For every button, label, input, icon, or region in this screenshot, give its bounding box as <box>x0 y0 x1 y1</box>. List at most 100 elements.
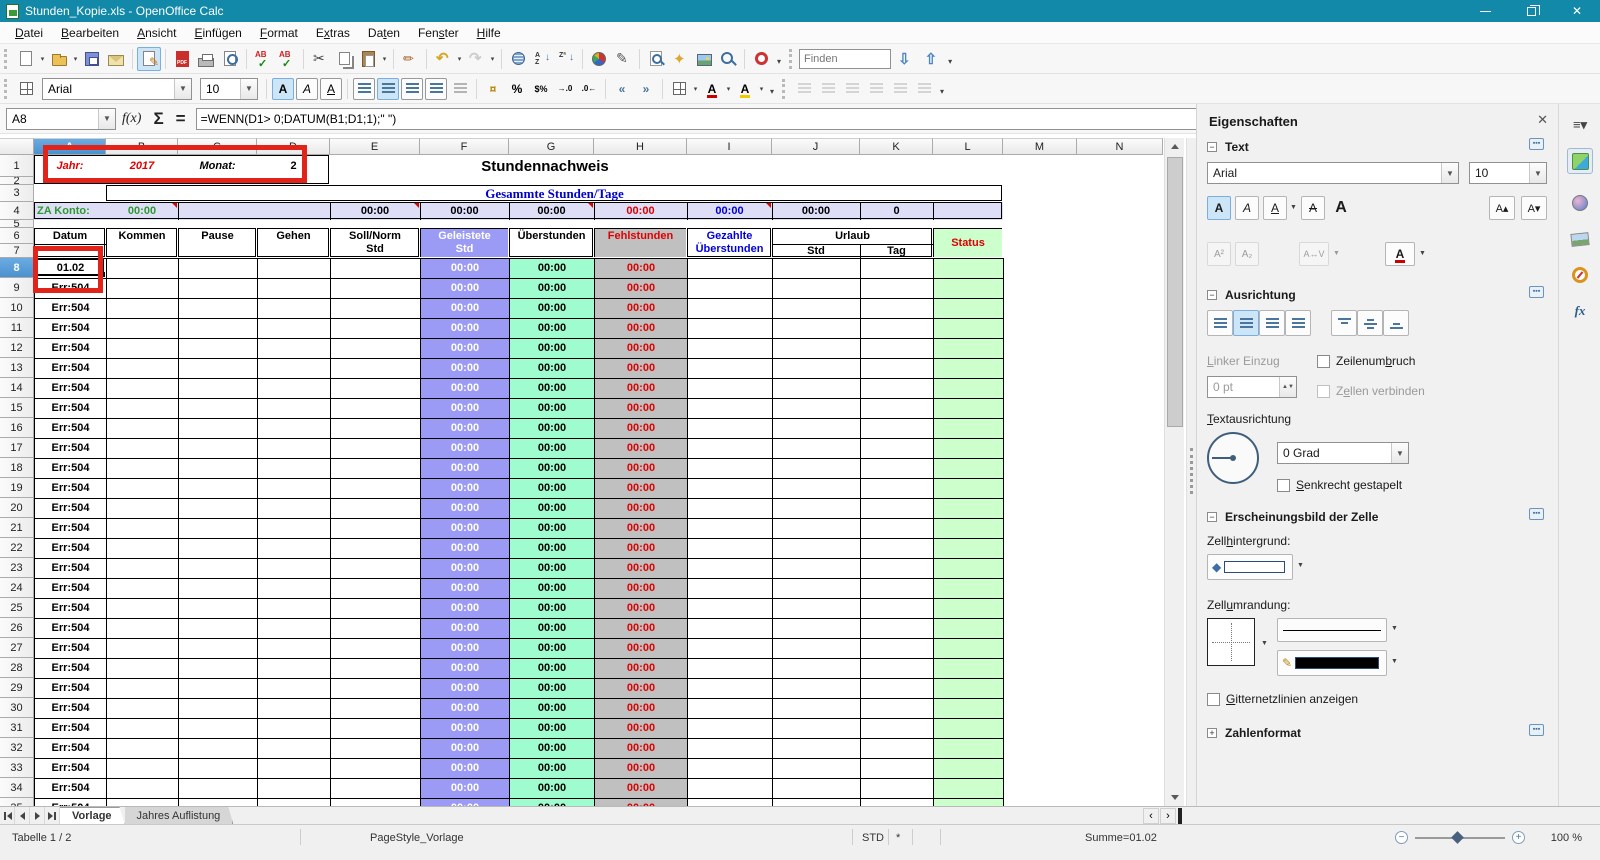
cell-geleistete[interactable]: 00:00 <box>420 318 510 339</box>
cell-status[interactable] <box>933 358 1004 379</box>
find-previous-icon[interactable]: ⇧ <box>925 50 938 68</box>
draw-functions-icon[interactable] <box>611 47 635 71</box>
find-replace-icon[interactable] <box>644 47 668 71</box>
align-object-bottom-button[interactable] <box>913 78 935 100</box>
cell-geleistete[interactable]: 00:00 <box>420 738 510 759</box>
zoom-icon[interactable] <box>716 47 740 71</box>
merge-cells-checkbox[interactable]: Zellen verbinden <box>1317 384 1425 398</box>
cell-empty[interactable] <box>106 338 179 359</box>
cell-datum[interactable]: Err:504 <box>34 678 107 699</box>
cell-empty[interactable] <box>687 698 773 719</box>
scroll-down-icon[interactable] <box>1165 789 1185 806</box>
toolbar-handle[interactable] <box>4 48 10 69</box>
cell-empty[interactable] <box>860 638 934 659</box>
bold-button[interactable]: A <box>1207 196 1231 220</box>
cell-empty[interactable] <box>860 598 934 619</box>
close-button[interactable]: ✕ <box>1554 0 1600 22</box>
cell-empty[interactable] <box>106 378 179 399</box>
percent-format-button[interactable]: % <box>506 78 528 100</box>
cell-fehlstunden[interactable]: 00:00 <box>594 258 688 279</box>
cell-empty[interactable] <box>330 378 421 399</box>
cell-status[interactable] <box>933 458 1004 479</box>
align-justify-button[interactable] <box>1285 310 1311 336</box>
chevron-down-icon[interactable]: ▾ <box>380 55 389 63</box>
copy-icon[interactable] <box>332 47 356 71</box>
chevron-down-icon[interactable]: ▼ <box>1290 204 1297 211</box>
cell-empty[interactable] <box>106 758 179 779</box>
cell-geleistete[interactable]: 00:00 <box>420 658 510 679</box>
column-header-E[interactable]: E <box>330 138 420 155</box>
cell-geleistete[interactable]: 00:00 <box>420 718 510 739</box>
cell-empty[interactable] <box>772 578 861 599</box>
export-pdf-icon[interactable] <box>170 47 194 71</box>
cell-geleistete[interactable]: 00:00 <box>420 558 510 579</box>
cell-fehlstunden[interactable]: 00:00 <box>594 558 688 579</box>
cell-empty[interactable] <box>257 578 331 599</box>
cell-geleistete[interactable]: 00:00 <box>420 478 510 499</box>
header-gehen[interactable]: Gehen <box>257 228 330 244</box>
menu-daten[interactable]: Daten <box>359 23 409 43</box>
cell-empty[interactable] <box>330 638 421 659</box>
cell-empty[interactable] <box>772 638 861 659</box>
cell-empty[interactable] <box>257 298 331 319</box>
cell-empty[interactable] <box>257 338 331 359</box>
cell-fehlstunden[interactable]: 00:00 <box>594 718 688 739</box>
cell-status[interactable] <box>933 758 1004 779</box>
cell-empty[interactable] <box>257 478 331 499</box>
align-object-top-button[interactable] <box>865 78 887 100</box>
cell-empty[interactable] <box>860 618 934 639</box>
cell-empty[interactable] <box>687 578 773 599</box>
border-preview-button[interactable] <box>1207 618 1255 666</box>
paste-icon[interactable] <box>356 47 380 71</box>
cell-empty[interactable] <box>330 778 421 799</box>
cell-datum[interactable]: Err:504 <box>34 418 107 439</box>
cell-datum[interactable]: Err:504 <box>34 658 107 679</box>
cell-empty[interactable] <box>330 398 421 419</box>
cell-geleistete[interactable]: 00:00 <box>420 358 510 379</box>
cell-summary-k[interactable]: 0 <box>860 202 933 220</box>
delete-decimal-button[interactable]: .0← <box>578 78 600 100</box>
cell-empty[interactable] <box>178 538 258 559</box>
cell-datum[interactable]: Err:504 <box>34 698 107 719</box>
cell-status[interactable] <box>933 478 1004 499</box>
row-header-16[interactable]: 16 <box>0 418 34 438</box>
cell-fehlstunden[interactable]: 00:00 <box>594 638 688 659</box>
first-sheet-icon[interactable] <box>0 807 15 824</box>
align-dialog-launcher-icon[interactable]: ▪▪▪ <box>1529 286 1544 298</box>
text-rotation-dial[interactable] <box>1207 432 1259 484</box>
header-gezahlte[interactable]: Gezahlte Überstunden <box>687 228 772 258</box>
print-icon[interactable] <box>194 47 218 71</box>
cell-empty[interactable] <box>687 318 773 339</box>
cell-summary-e[interactable]: 00:00 <box>330 202 420 220</box>
cell-empty[interactable] <box>687 398 773 419</box>
cell-empty[interactable] <box>106 678 179 699</box>
italic-button[interactable]: A <box>296 77 318 100</box>
last-sheet-icon[interactable] <box>45 807 60 824</box>
underline-button[interactable]: A <box>320 77 342 100</box>
cell-empty[interactable] <box>687 618 773 639</box>
cell-empty[interactable] <box>330 558 421 579</box>
find-next-icon[interactable]: ⇩ <box>898 50 911 68</box>
cell-empty[interactable] <box>772 718 861 739</box>
cell-empty[interactable] <box>178 438 258 459</box>
cell-empty[interactable] <box>860 578 934 599</box>
cell-geleistete[interactable]: 00:00 <box>420 698 510 719</box>
cell-summary-j[interactable]: 00:00 <box>772 202 860 220</box>
standard-format-button[interactable]: $% <box>530 78 552 100</box>
cell-fehlstunden[interactable]: 00:00 <box>594 398 688 419</box>
cell-status[interactable] <box>933 278 1004 299</box>
row-header-20[interactable]: 20 <box>0 498 34 518</box>
minimize-button[interactable] <box>1462 0 1508 22</box>
cell-empty[interactable] <box>772 338 861 359</box>
cell-empty[interactable] <box>860 678 934 699</box>
cell-ueberstunden[interactable]: 00:00 <box>509 738 595 759</box>
superscript-button[interactable]: A² <box>1207 242 1231 266</box>
cell-ueberstunden[interactable]: 00:00 <box>509 518 595 539</box>
subscript-button[interactable]: A₂ <box>1235 242 1259 266</box>
cell-empty[interactable] <box>178 518 258 539</box>
align-justify-button[interactable] <box>425 77 447 100</box>
text-dialog-launcher-icon[interactable]: ▪▪▪ <box>1529 138 1544 150</box>
cell-status[interactable] <box>933 338 1004 359</box>
cell-status[interactable] <box>933 578 1004 599</box>
cell-empty[interactable] <box>106 558 179 579</box>
